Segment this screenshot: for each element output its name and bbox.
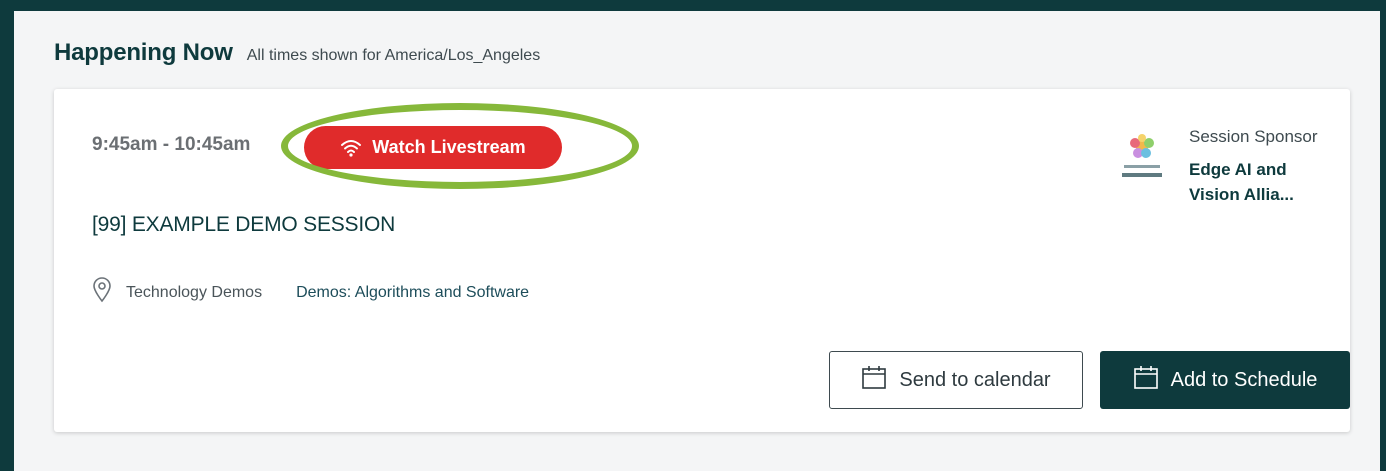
map-pin-icon bbox=[92, 277, 112, 308]
section-header: Happening Now All times shown for Americ… bbox=[54, 39, 540, 67]
calendar-icon bbox=[1133, 364, 1159, 396]
session-card[interactable]: 9:45am - 10:45am Watch Livestream [99] E… bbox=[54, 89, 1350, 432]
sponsor-name-link[interactable]: Edge AI and Vision Allia... bbox=[1189, 157, 1339, 207]
session-meta: Technology Demos Demos: Algorithms and S… bbox=[92, 277, 529, 308]
session-location: Technology Demos bbox=[126, 283, 263, 301]
add-to-schedule-label: Add to Schedule bbox=[1170, 368, 1318, 391]
section-title: Happening Now bbox=[54, 39, 233, 66]
wifi-icon bbox=[340, 138, 362, 158]
send-to-calendar-label: Send to calendar bbox=[899, 368, 1051, 391]
happening-now-panel: Happening Now All times shown for Americ… bbox=[14, 11, 1380, 471]
add-to-schedule-button[interactable]: Add to Schedule bbox=[1100, 351, 1350, 409]
timezone-note: All times shown for America/Los_Angeles bbox=[246, 47, 541, 64]
watch-livestream-button[interactable]: Watch Livestream bbox=[304, 126, 562, 169]
send-to-calendar-button[interactable]: Send to calendar bbox=[829, 351, 1083, 409]
session-time: 9:45am - 10:45am bbox=[92, 134, 251, 155]
watch-livestream-label: Watch Livestream bbox=[372, 137, 526, 157]
session-title[interactable]: [99] EXAMPLE DEMO SESSION bbox=[92, 213, 395, 237]
calendar-icon bbox=[861, 364, 887, 396]
sponsor-label: Session Sponsor bbox=[1189, 127, 1318, 146]
session-track-link[interactable]: Demos: Algorithms and Software bbox=[296, 284, 529, 302]
sponsor-logo[interactable] bbox=[1114, 123, 1170, 193]
